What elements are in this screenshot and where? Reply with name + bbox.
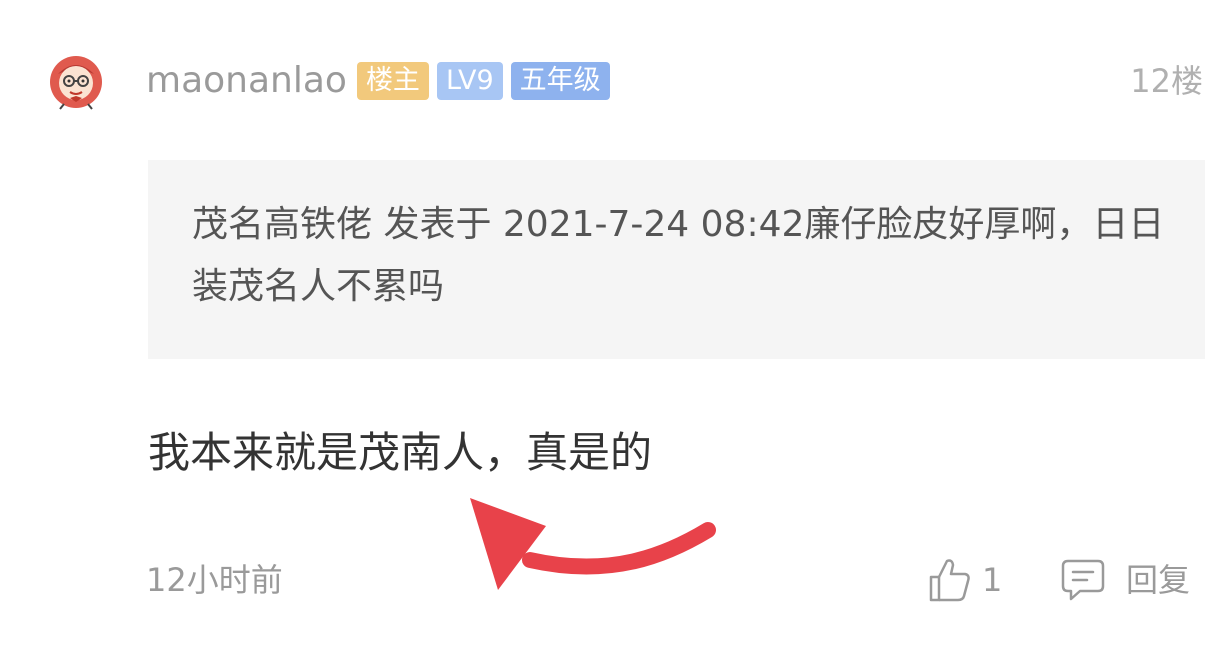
- red-arrow-icon: [470, 498, 716, 590]
- thumbs-up-icon: [929, 559, 970, 602]
- post-content: 我本来就是茂南人，真是的: [148, 428, 653, 477]
- post-time: 12小时前: [146, 561, 283, 599]
- floor-number: 12楼: [1130, 62, 1203, 100]
- avatar[interactable]: [48, 54, 104, 110]
- reply-button[interactable]: 回复: [1060, 556, 1190, 604]
- owner-badge: 楼主: [356, 62, 429, 100]
- avatar-icon: [50, 56, 102, 110]
- quote-text: 茂名高铁佬 发表于 2021-7-24 08:42廉仔脸皮好厚啊，日日装茂名人不…: [192, 204, 1165, 307]
- like-count: 1: [982, 561, 1003, 599]
- grade-badge: 五年级: [510, 62, 610, 100]
- comment-icon: [1061, 559, 1105, 601]
- username[interactable]: maonanlao: [146, 58, 347, 104]
- like-button[interactable]: 1: [928, 556, 1002, 604]
- level-badge: LV9: [436, 62, 503, 100]
- post-header: maonanlao 楼主 LV9 五年级: [146, 58, 610, 104]
- reply-label: 回复: [1126, 561, 1191, 599]
- quote-block[interactable]: 茂名高铁佬 发表于 2021-7-24 08:42廉仔脸皮好厚啊，日日装茂名人不…: [148, 160, 1205, 359]
